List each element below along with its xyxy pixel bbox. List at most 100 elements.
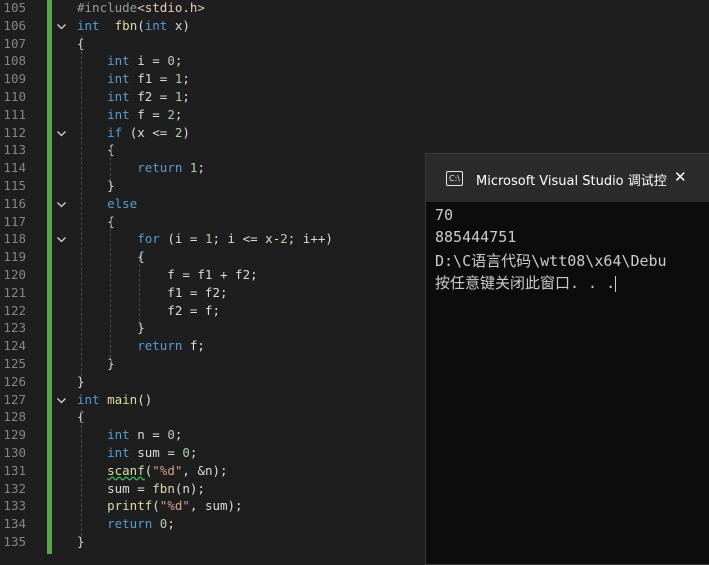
text-cursor bbox=[615, 275, 617, 292]
console-prompt-text: 按任意键关闭此窗口. . . bbox=[435, 274, 616, 292]
line-number: 127 bbox=[3, 391, 26, 407]
code-token: int bbox=[77, 17, 100, 33]
line-number: 124 bbox=[3, 338, 26, 354]
console-output-line: 70 bbox=[435, 206, 454, 224]
code-text: } bbox=[77, 177, 115, 195]
code-token: ; bbox=[182, 71, 190, 87]
code-text: printf("%d", sum); bbox=[77, 497, 243, 515]
code-text: { bbox=[77, 141, 115, 159]
code-token: ; i <= x- bbox=[212, 231, 281, 247]
code-token: n = bbox=[129, 427, 168, 443]
code-token: ; i++) bbox=[287, 231, 333, 247]
code-text: int f1 = 1; bbox=[77, 70, 190, 88]
code-token: 0 bbox=[182, 445, 190, 460]
line-number: 121 bbox=[3, 284, 26, 300]
code-token: (i = bbox=[159, 231, 205, 247]
code-text: for (i = 1; i <= x-2; i++) bbox=[77, 230, 333, 248]
line-number: 118 bbox=[3, 231, 26, 247]
close-icon[interactable]: ✕ bbox=[674, 168, 687, 186]
terminal-icon-glyph: C:\ bbox=[449, 174, 460, 183]
line-number: 108 bbox=[3, 53, 26, 69]
line-number: 125 bbox=[3, 356, 26, 371]
line-number: 116 bbox=[3, 195, 26, 211]
console-output-line: D:\C语言代码\wtt08\x64\Debu bbox=[435, 252, 667, 270]
line-number: 119 bbox=[3, 249, 26, 265]
code-token: } bbox=[77, 373, 85, 389]
code-text: int fbn(int x) bbox=[77, 17, 190, 35]
code-token: } bbox=[77, 178, 115, 193]
code-token: ; bbox=[174, 427, 183, 443]
code-line[interactable]: 106 int fbn(int x) bbox=[0, 17, 709, 35]
line-number: 128 bbox=[3, 409, 26, 425]
code-token: { bbox=[77, 142, 115, 158]
code-token: ; bbox=[167, 516, 175, 532]
console-title-bar[interactable]: C:\ Microsoft Visual Studio 调试控 ✕ bbox=[426, 154, 709, 202]
code-token: ( bbox=[152, 498, 160, 514]
code-text: f2 = f; bbox=[77, 302, 220, 320]
indent-guide bbox=[81, 410, 82, 546]
line-number: 134 bbox=[3, 516, 26, 532]
code-token: int bbox=[107, 53, 130, 69]
code-token: int bbox=[107, 445, 130, 460]
line-number: 126 bbox=[3, 373, 26, 389]
code-token: main bbox=[107, 391, 138, 407]
line-number: 130 bbox=[3, 445, 26, 460]
code-token: ; bbox=[174, 106, 183, 122]
code-text: scanf("%d", &n); bbox=[77, 462, 228, 480]
indent-guide bbox=[81, 36, 82, 376]
code-line[interactable]: 112 if (x <= 2) bbox=[0, 124, 709, 142]
code-token: f1 = bbox=[129, 71, 175, 87]
code-line[interactable]: 107{ bbox=[0, 35, 709, 53]
code-token: { bbox=[77, 213, 115, 229]
code-token: } bbox=[77, 356, 115, 371]
code-text: else bbox=[77, 195, 137, 213]
code-token: if bbox=[107, 124, 123, 140]
code-token: int bbox=[107, 106, 130, 122]
code-token: (n); bbox=[174, 480, 205, 496]
line-number: 135 bbox=[3, 534, 26, 549]
code-line[interactable]: 110 int f2 = 1; bbox=[0, 88, 709, 106]
code-token: , sum); bbox=[189, 498, 243, 514]
code-token: "%d" bbox=[152, 462, 183, 478]
indent-guide bbox=[139, 254, 140, 326]
code-token: ( bbox=[137, 17, 145, 33]
line-number: 110 bbox=[3, 89, 26, 104]
debug-console-window[interactable]: C:\ Microsoft Visual Studio 调试控 ✕ 70 885… bbox=[425, 153, 709, 565]
line-number: 123 bbox=[3, 320, 26, 336]
code-text: int i = 0; bbox=[77, 52, 182, 70]
code-text: sum = fbn(n); bbox=[77, 480, 205, 498]
line-number: 105 bbox=[3, 0, 26, 15]
code-token: ; bbox=[174, 53, 183, 69]
code-text: f1 = f2; bbox=[77, 284, 228, 302]
code-token: ; bbox=[189, 445, 198, 460]
code-token: , &n); bbox=[182, 462, 228, 478]
code-text: return f; bbox=[77, 337, 205, 355]
line-number: 113 bbox=[3, 142, 26, 158]
code-text: int main() bbox=[77, 391, 152, 409]
code-token: () bbox=[137, 391, 153, 407]
line-number: 112 bbox=[3, 124, 26, 140]
code-line[interactable]: 109 int f1 = 1; bbox=[0, 70, 709, 88]
code-token: f; bbox=[182, 338, 205, 354]
code-token: f1 = f2; bbox=[77, 284, 228, 300]
code-line[interactable]: 105 #include<stdio.h> bbox=[0, 0, 709, 17]
code-text: } bbox=[77, 355, 115, 373]
code-line[interactable]: 111 int f = 2; bbox=[0, 106, 709, 124]
code-text: #include<stdio.h> bbox=[77, 0, 205, 17]
code-text: if (x <= 2) bbox=[77, 124, 190, 142]
indent-guide bbox=[110, 147, 111, 181]
console-output-line: 按任意键关闭此窗口. . . bbox=[435, 272, 617, 293]
line-number: 109 bbox=[3, 71, 26, 87]
code-token: (x <= bbox=[122, 124, 175, 140]
code-token: return bbox=[107, 516, 153, 532]
code-line[interactable]: 108 int i = 0; bbox=[0, 52, 709, 70]
line-number: 117 bbox=[3, 213, 26, 229]
code-token: f2 = bbox=[129, 89, 175, 104]
code-token: for bbox=[137, 231, 160, 247]
code-text: return 1; bbox=[77, 159, 205, 177]
